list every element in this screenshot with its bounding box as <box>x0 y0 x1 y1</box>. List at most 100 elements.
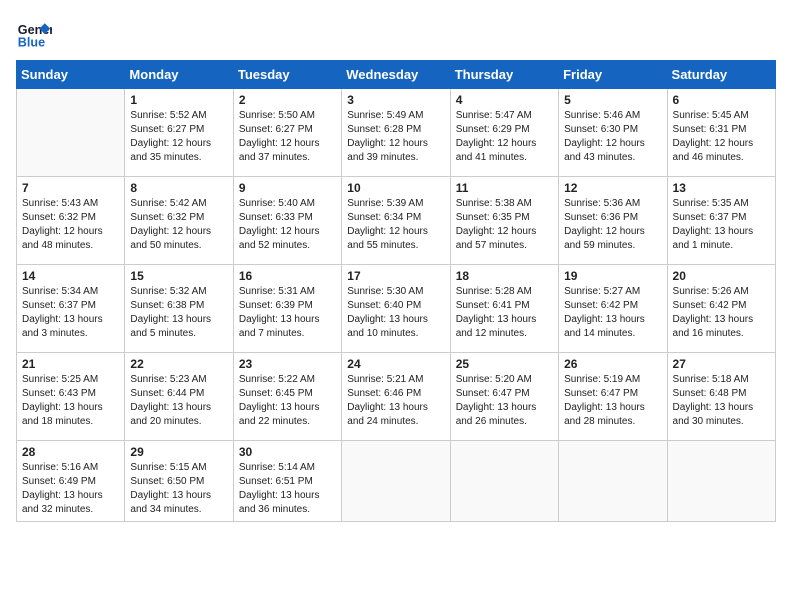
day-content: Sunrise: 5:21 AM Sunset: 6:46 PM Dayligh… <box>347 373 444 429</box>
calendar-cell <box>342 441 450 522</box>
day-number: 7 <box>22 181 119 195</box>
day-number: 5 <box>564 93 661 107</box>
calendar-header: SundayMondayTuesdayWednesdayThursdayFrid… <box>17 61 776 89</box>
day-number: 1 <box>130 93 227 107</box>
calendar-cell: 15 Sunrise: 5:32 AM Sunset: 6:38 PM Dayli… <box>125 265 233 353</box>
calendar-week-5: 28 Sunrise: 5:16 AM Sunset: 6:49 PM Dayli… <box>17 441 776 522</box>
day-number: 2 <box>239 93 336 107</box>
weekday-header-tuesday: Tuesday <box>233 61 341 89</box>
calendar-cell <box>559 441 667 522</box>
calendar-cell: 5 Sunrise: 5:46 AM Sunset: 6:30 PM Daylig… <box>559 89 667 177</box>
day-content: Sunrise: 5:18 AM Sunset: 6:48 PM Dayligh… <box>673 373 770 429</box>
calendar-cell: 2 Sunrise: 5:50 AM Sunset: 6:27 PM Daylig… <box>233 89 341 177</box>
day-number: 8 <box>130 181 227 195</box>
weekday-header-friday: Friday <box>559 61 667 89</box>
day-content: Sunrise: 5:20 AM Sunset: 6:47 PM Dayligh… <box>456 373 553 429</box>
day-content: Sunrise: 5:35 AM Sunset: 6:37 PM Dayligh… <box>673 197 770 253</box>
day-number: 29 <box>130 445 227 459</box>
day-content: Sunrise: 5:52 AM Sunset: 6:27 PM Dayligh… <box>130 109 227 165</box>
day-number: 4 <box>456 93 553 107</box>
day-number: 17 <box>347 269 444 283</box>
calendar-cell: 16Sunrise: 5:31 AM Sunset: 6:39 PM Dayli… <box>233 265 341 353</box>
calendar-week-2: 7Sunrise: 5:43 AM Sunset: 6:32 PM Daylig… <box>17 177 776 265</box>
calendar-cell: 28 Sunrise: 5:16 AM Sunset: 6:49 PM Dayli… <box>17 441 125 522</box>
day-number: 22 <box>130 357 227 371</box>
calendar-cell: 7Sunrise: 5:43 AM Sunset: 6:32 PM Daylig… <box>17 177 125 265</box>
calendar-cell: 17 Sunrise: 5:30 AM Sunset: 6:40 PM Dayli… <box>342 265 450 353</box>
calendar-cell: 14 Sunrise: 5:34 AM Sunset: 6:37 PM Dayli… <box>17 265 125 353</box>
calendar-cell: 22 Sunrise: 5:23 AM Sunset: 6:44 PM Dayli… <box>125 353 233 441</box>
day-content: Sunrise: 5:40 AM Sunset: 6:33 PM Dayligh… <box>239 197 336 253</box>
weekday-header-thursday: Thursday <box>450 61 558 89</box>
calendar-cell: 8 Sunrise: 5:42 AM Sunset: 6:32 PM Daylig… <box>125 177 233 265</box>
day-number: 18 <box>456 269 553 283</box>
calendar-cell <box>450 441 558 522</box>
day-number: 6 <box>673 93 770 107</box>
logo: General Blue <box>16 16 56 52</box>
calendar-cell: 21 Sunrise: 5:25 AM Sunset: 6:43 PM Dayli… <box>17 353 125 441</box>
calendar-body: 1 Sunrise: 5:52 AM Sunset: 6:27 PM Daylig… <box>17 89 776 522</box>
day-content: Sunrise: 5:32 AM Sunset: 6:38 PM Dayligh… <box>130 285 227 341</box>
day-number: 24 <box>347 357 444 371</box>
calendar-cell: 10Sunrise: 5:39 AM Sunset: 6:34 PM Dayli… <box>342 177 450 265</box>
day-number: 23 <box>239 357 336 371</box>
calendar-cell: 3 Sunrise: 5:49 AM Sunset: 6:28 PM Daylig… <box>342 89 450 177</box>
weekday-header-wednesday: Wednesday <box>342 61 450 89</box>
calendar-cell: 12 Sunrise: 5:36 AM Sunset: 6:36 PM Dayli… <box>559 177 667 265</box>
day-content: Sunrise: 5:42 AM Sunset: 6:32 PM Dayligh… <box>130 197 227 253</box>
day-content: Sunrise: 5:27 AM Sunset: 6:42 PM Dayligh… <box>564 285 661 341</box>
calendar-cell: 13 Sunrise: 5:35 AM Sunset: 6:37 PM Dayli… <box>667 177 775 265</box>
day-content: Sunrise: 5:26 AM Sunset: 6:42 PM Dayligh… <box>673 285 770 341</box>
day-content: Sunrise: 5:30 AM Sunset: 6:40 PM Dayligh… <box>347 285 444 341</box>
calendar-cell: 25Sunrise: 5:20 AM Sunset: 6:47 PM Dayli… <box>450 353 558 441</box>
calendar-table: SundayMondayTuesdayWednesdayThursdayFrid… <box>16 60 776 522</box>
calendar-week-4: 21 Sunrise: 5:25 AM Sunset: 6:43 PM Dayli… <box>17 353 776 441</box>
day-number: 13 <box>673 181 770 195</box>
day-number: 26 <box>564 357 661 371</box>
calendar-cell: 1 Sunrise: 5:52 AM Sunset: 6:27 PM Daylig… <box>125 89 233 177</box>
day-number: 3 <box>347 93 444 107</box>
day-number: 30 <box>239 445 336 459</box>
calendar-week-1: 1 Sunrise: 5:52 AM Sunset: 6:27 PM Daylig… <box>17 89 776 177</box>
weekday-header-sunday: Sunday <box>17 61 125 89</box>
calendar-cell: 18 Sunrise: 5:28 AM Sunset: 6:41 PM Dayli… <box>450 265 558 353</box>
calendar-cell: 29 Sunrise: 5:15 AM Sunset: 6:50 PM Dayli… <box>125 441 233 522</box>
weekday-header-monday: Monday <box>125 61 233 89</box>
calendar-week-3: 14 Sunrise: 5:34 AM Sunset: 6:37 PM Dayli… <box>17 265 776 353</box>
day-number: 21 <box>22 357 119 371</box>
logo-icon: General Blue <box>16 16 52 52</box>
calendar-cell: 4 Sunrise: 5:47 AM Sunset: 6:29 PM Daylig… <box>450 89 558 177</box>
day-content: Sunrise: 5:49 AM Sunset: 6:28 PM Dayligh… <box>347 109 444 165</box>
day-content: Sunrise: 5:47 AM Sunset: 6:29 PM Dayligh… <box>456 109 553 165</box>
calendar-cell <box>667 441 775 522</box>
day-content: Sunrise: 5:25 AM Sunset: 6:43 PM Dayligh… <box>22 373 119 429</box>
day-content: Sunrise: 5:46 AM Sunset: 6:30 PM Dayligh… <box>564 109 661 165</box>
day-number: 15 <box>130 269 227 283</box>
day-content: Sunrise: 5:16 AM Sunset: 6:49 PM Dayligh… <box>22 461 119 517</box>
day-content: Sunrise: 5:14 AM Sunset: 6:51 PM Dayligh… <box>239 461 336 517</box>
calendar-cell: 19 Sunrise: 5:27 AM Sunset: 6:42 PM Dayli… <box>559 265 667 353</box>
page-header: General Blue <box>16 16 776 52</box>
day-content: Sunrise: 5:19 AM Sunset: 6:47 PM Dayligh… <box>564 373 661 429</box>
day-content: Sunrise: 5:38 AM Sunset: 6:35 PM Dayligh… <box>456 197 553 253</box>
calendar-cell: 20 Sunrise: 5:26 AM Sunset: 6:42 PM Dayli… <box>667 265 775 353</box>
day-content: Sunrise: 5:45 AM Sunset: 6:31 PM Dayligh… <box>673 109 770 165</box>
day-content: Sunrise: 5:36 AM Sunset: 6:36 PM Dayligh… <box>564 197 661 253</box>
calendar-cell: 27Sunrise: 5:18 AM Sunset: 6:48 PM Dayli… <box>667 353 775 441</box>
day-number: 12 <box>564 181 661 195</box>
day-content: Sunrise: 5:50 AM Sunset: 6:27 PM Dayligh… <box>239 109 336 165</box>
weekday-header-saturday: Saturday <box>667 61 775 89</box>
day-content: Sunrise: 5:34 AM Sunset: 6:37 PM Dayligh… <box>22 285 119 341</box>
calendar-cell: 24 Sunrise: 5:21 AM Sunset: 6:46 PM Dayli… <box>342 353 450 441</box>
day-number: 14 <box>22 269 119 283</box>
calendar-cell: 11Sunrise: 5:38 AM Sunset: 6:35 PM Dayli… <box>450 177 558 265</box>
day-content: Sunrise: 5:15 AM Sunset: 6:50 PM Dayligh… <box>130 461 227 517</box>
day-content: Sunrise: 5:28 AM Sunset: 6:41 PM Dayligh… <box>456 285 553 341</box>
day-number: 28 <box>22 445 119 459</box>
weekday-header-row: SundayMondayTuesdayWednesdayThursdayFrid… <box>17 61 776 89</box>
day-number: 20 <box>673 269 770 283</box>
day-content: Sunrise: 5:31 AM Sunset: 6:39 PM Dayligh… <box>239 285 336 341</box>
day-content: Sunrise: 5:23 AM Sunset: 6:44 PM Dayligh… <box>130 373 227 429</box>
calendar-cell: 6 Sunrise: 5:45 AM Sunset: 6:31 PM Daylig… <box>667 89 775 177</box>
day-number: 19 <box>564 269 661 283</box>
